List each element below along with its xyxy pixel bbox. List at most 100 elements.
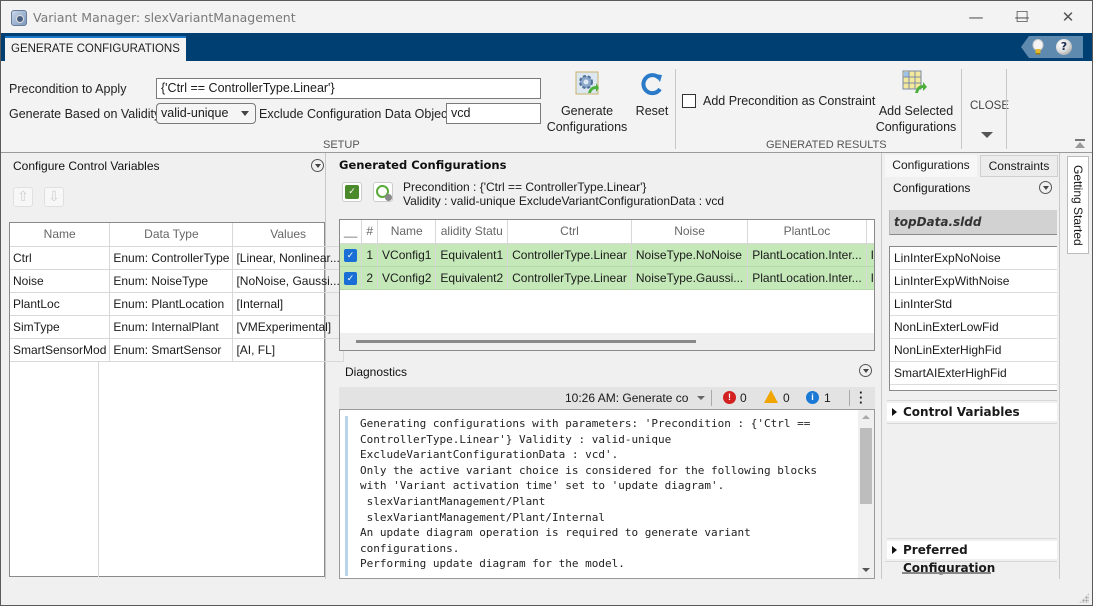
table-row[interactable]: SmartSensorMod Enum: SmartSensor [AI, FL… bbox=[10, 338, 344, 362]
column-header-extra[interactable] bbox=[866, 220, 874, 244]
configurations-options-icon[interactable] bbox=[1039, 181, 1052, 194]
table-row[interactable]: ✓ 1 VConfig1 Equivalent1 ControllerType.… bbox=[340, 243, 874, 267]
preferred-configuration-accordion[interactable]: Preferred Configuration bbox=[887, 541, 1057, 575]
section-divider bbox=[961, 69, 962, 149]
tab-generate-configurations[interactable]: GENERATE CONFIGURATIONS bbox=[5, 36, 186, 61]
cell-values[interactable]: [Linear, Nonlinear... bbox=[232, 246, 344, 270]
exclude-label: Exclude Configuration Data Object bbox=[259, 107, 451, 121]
column-header-ctrl[interactable]: Ctrl bbox=[507, 220, 632, 244]
cell-values[interactable]: [Internal] bbox=[232, 292, 344, 316]
row-checkbox[interactable]: ✓ bbox=[340, 243, 363, 267]
error-icon[interactable]: ! bbox=[723, 391, 736, 404]
generate-configurations-button[interactable]: Generate Configurations bbox=[546, 71, 628, 135]
info-icon[interactable]: i bbox=[806, 391, 819, 404]
collapse-ribbon-icon[interactable] bbox=[1075, 139, 1085, 149]
diagnostics-title: Diagnostics bbox=[345, 365, 408, 379]
validity-select[interactable]: valid-unique bbox=[156, 103, 256, 124]
cell-values[interactable]: [AI, FL] bbox=[232, 338, 344, 362]
table-row[interactable]: Noise Enum: NoiseType [NoNoise, Gaussi..… bbox=[10, 269, 344, 293]
list-item[interactable]: NonLinExterLowFid bbox=[890, 316, 1057, 339]
cell-values[interactable]: [NoNoise, Gaussi... bbox=[232, 269, 344, 293]
chevron-down-icon bbox=[241, 111, 249, 116]
cell-noise: NoiseType.NoNoise bbox=[631, 243, 749, 267]
message-selector[interactable]: 10:26 AM: Generate co bbox=[565, 391, 688, 405]
configure-control-variables-title: Configure Control Variables bbox=[13, 159, 160, 173]
lightbulb-icon[interactable] bbox=[1032, 39, 1044, 55]
cell-type[interactable]: Enum: ControllerType bbox=[109, 246, 234, 270]
data-source-header[interactable]: topData.sldd bbox=[889, 210, 1057, 235]
diagnostics-options-icon[interactable] bbox=[859, 364, 872, 377]
getting-started-tab[interactable]: Getting Started bbox=[1067, 156, 1089, 254]
scroll-up-icon[interactable] bbox=[862, 415, 870, 419]
list-item[interactable]: LinInterExpNoNoise bbox=[890, 247, 1057, 270]
help-icon[interactable]: ? bbox=[1056, 39, 1072, 55]
cell-name[interactable]: PlantLoc bbox=[10, 292, 111, 316]
column-header-name[interactable]: Name bbox=[10, 223, 111, 247]
column-header-select[interactable]: __ bbox=[340, 220, 363, 244]
table-row[interactable]: PlantLoc Enum: PlantLocation [Internal] bbox=[10, 292, 344, 316]
list-item[interactable]: LinInterExpWithNoise bbox=[890, 270, 1057, 293]
move-up-button[interactable]: ⇧ bbox=[13, 187, 33, 207]
column-header-validity[interactable]: alidity Statu bbox=[435, 220, 509, 244]
column-header-data-type[interactable]: Data Type bbox=[109, 223, 234, 247]
vertical-scrollbar[interactable] bbox=[858, 410, 874, 578]
cell-name[interactable]: Ctrl bbox=[10, 246, 111, 270]
table-row[interactable]: SimType Enum: InternalPlant [VMExperimen… bbox=[10, 315, 344, 339]
cell-type[interactable]: Enum: InternalPlant bbox=[109, 315, 234, 339]
control-variables-table: Name Data Type Values Ctrl Enum: Control… bbox=[9, 222, 344, 577]
clear-selection-button[interactable] bbox=[373, 182, 393, 202]
minimize-button-2[interactable]: — bbox=[953, 5, 999, 29]
cell-name[interactable]: Noise bbox=[10, 269, 111, 293]
table-row[interactable]: ✓ 2 VConfig2 Equivalent2 ControllerType.… bbox=[340, 266, 874, 290]
move-down-button[interactable]: ⇩ bbox=[44, 187, 64, 207]
column-header-name[interactable]: Name bbox=[377, 220, 437, 244]
configurations-list: LinInterExpNoNoise LinInterExpWithNoise … bbox=[889, 246, 1057, 391]
column-header-number[interactable]: # bbox=[361, 220, 379, 244]
cell-name[interactable]: VConfig2 bbox=[377, 266, 437, 290]
cell-values[interactable]: [VMExperimental] bbox=[232, 315, 344, 339]
help-zone bbox=[1021, 36, 1083, 58]
table-row[interactable]: Ctrl Enum: ControllerType [Linear, Nonli… bbox=[10, 246, 344, 270]
cell-type[interactable]: Enum: PlantLocation bbox=[109, 292, 234, 316]
add-selected-configurations-button[interactable]: Add Selected Configurations bbox=[871, 69, 961, 135]
column-header-plantloc[interactable]: PlantLoc bbox=[747, 220, 867, 244]
list-item[interactable]: SmartAIExterHighFid bbox=[890, 362, 1057, 385]
warning-count: 0 bbox=[783, 391, 790, 405]
select-all-button[interactable]: ✓ bbox=[342, 182, 362, 202]
maximize-button[interactable]: ☐ bbox=[999, 5, 1045, 29]
tab-configurations[interactable]: Configurations bbox=[885, 155, 977, 177]
exclude-input[interactable]: vcd bbox=[446, 103, 541, 124]
cell-name[interactable]: VConfig1 bbox=[377, 243, 437, 267]
add-precondition-checkbox[interactable] bbox=[682, 94, 696, 108]
horizontal-scrollbar-thumb[interactable] bbox=[902, 572, 991, 574]
generated-configurations-table: __ # Name alidity Statu Ctrl Noise Plant… bbox=[339, 219, 875, 351]
scrollbar-thumb[interactable] bbox=[356, 340, 696, 343]
control-variables-accordion[interactable]: Control Variables bbox=[887, 403, 1057, 421]
close-window-button[interactable]: ✕ bbox=[1045, 5, 1091, 29]
column-header-noise[interactable]: Noise bbox=[631, 220, 749, 244]
resize-grip-icon[interactable] bbox=[1079, 593, 1089, 603]
list-item[interactable]: NonLinExterHighFid bbox=[890, 339, 1057, 362]
list-item[interactable]: LinInterStd bbox=[890, 293, 1057, 316]
row-checkbox[interactable]: ✓ bbox=[340, 266, 363, 290]
chevron-down-icon[interactable] bbox=[697, 396, 705, 400]
cell-type[interactable]: Enum: SmartSensor bbox=[109, 338, 234, 362]
warning-icon[interactable] bbox=[764, 390, 778, 403]
scrollbar-thumb[interactable] bbox=[860, 428, 872, 504]
cell-type[interactable]: Enum: NoiseType bbox=[109, 269, 234, 293]
pane-divider bbox=[325, 153, 326, 579]
generated-results-section-label: GENERATED RESULTS bbox=[766, 139, 887, 151]
close-dropdown-icon[interactable] bbox=[981, 132, 993, 138]
reset-button[interactable]: Reset bbox=[633, 71, 671, 121]
pane-options-icon[interactable] bbox=[311, 159, 324, 172]
column-header-values[interactable]: Values bbox=[232, 223, 344, 247]
horizontal-scrollbar[interactable] bbox=[340, 333, 874, 350]
tab-constraints[interactable]: Constraints bbox=[980, 155, 1058, 177]
scroll-down-icon[interactable] bbox=[862, 568, 870, 572]
app-icon bbox=[11, 10, 27, 26]
more-options-icon[interactable]: · · · bbox=[859, 386, 863, 409]
check-all-icon: ✓ bbox=[345, 185, 359, 199]
precondition-input[interactable]: {'Ctrl == ControllerType.Linear'} bbox=[156, 78, 541, 99]
cell-name[interactable]: SmartSensorMod bbox=[10, 338, 111, 362]
cell-name[interactable]: SimType bbox=[10, 315, 111, 339]
